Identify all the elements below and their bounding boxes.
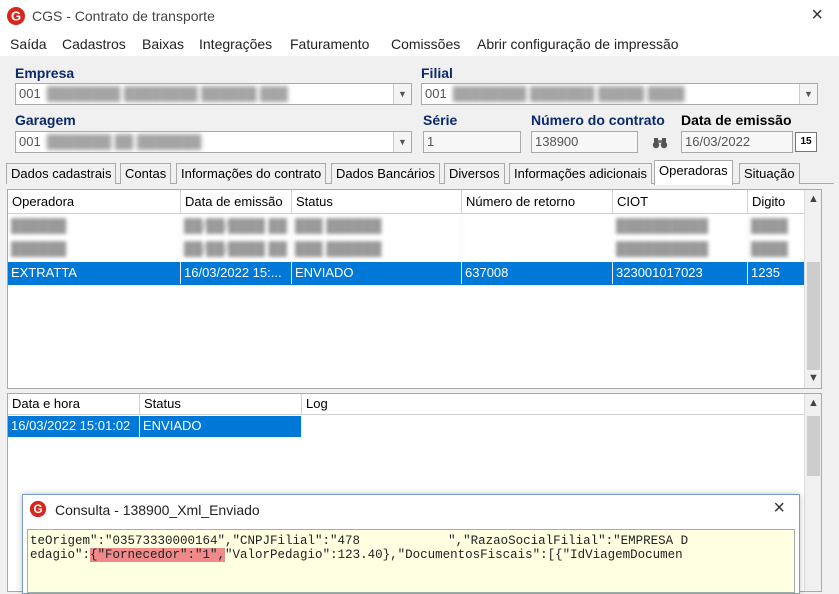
- log-row-selected[interactable]: 16/03/2022 15:01:02 ENVIADO: [8, 415, 805, 437]
- log-scrollbar[interactable]: ▲: [804, 394, 821, 591]
- tab-dados-cadastrais[interactable]: Dados cadastrais: [6, 163, 117, 184]
- calendar-icon[interactable]: 15: [795, 132, 817, 152]
- binoculars-icon[interactable]: [652, 137, 668, 149]
- close-icon[interactable]: ×: [773, 497, 785, 520]
- garagem-redacted: ███████ ██ ███████: [46, 134, 202, 149]
- tab-informacoes-adicionais[interactable]: Informações adicionais: [509, 163, 652, 184]
- menu-cadastros[interactable]: Cadastros: [62, 36, 126, 52]
- chevron-down-icon[interactable]: ▼: [393, 132, 411, 152]
- scroll-thumb[interactable]: [807, 416, 820, 476]
- cell-numero-retorno: 637008: [462, 262, 613, 284]
- scroll-up-icon[interactable]: ▲: [805, 397, 821, 409]
- empresa-code: 001: [19, 86, 41, 101]
- operadoras-table[interactable]: Operadora Data de emissão Status Número …: [7, 189, 822, 389]
- chevron-down-icon[interactable]: ▼: [799, 84, 817, 104]
- menu-saida[interactable]: Saída: [10, 36, 47, 52]
- tab-situacao[interactable]: Situação: [739, 163, 800, 184]
- garagem-select[interactable]: 001 ███████ ██ ███████ ▼: [15, 131, 412, 153]
- tab-informacoes-contrato[interactable]: Informações do contrato: [176, 163, 327, 184]
- tab-strip: Dados cadastrais Contas Informações do c…: [6, 160, 834, 185]
- numero-contrato-field[interactable]: 138900: [531, 131, 638, 153]
- empresa-label: Empresa: [15, 65, 75, 81]
- tab-diversos[interactable]: Diversos: [444, 163, 505, 184]
- xml-line1-a: teOrigem":"03573330000164","CNPJFilial":…: [30, 534, 361, 548]
- cell-log-status: ENVIADO: [140, 415, 302, 437]
- col-operadora[interactable]: Operadora: [8, 190, 181, 214]
- xml-line2-b: "ValorPedagio":123.40},"DocumentosFiscai…: [225, 548, 683, 562]
- cell-ciot: 323001017023: [613, 262, 748, 284]
- filial-label: Filial: [421, 65, 453, 81]
- title-bar: G CGS - Contrato de transporte ×: [0, 0, 839, 32]
- col-numero-retorno[interactable]: Número de retorno: [462, 190, 613, 214]
- xml-line2-a: edagio":: [30, 548, 91, 562]
- garagem-label: Garagem: [15, 112, 76, 128]
- data-emissao-label: Data de emissão: [681, 112, 792, 128]
- cell-data-emissao: 16/03/2022 15:...: [181, 262, 292, 284]
- window-title: CGS - Contrato de transporte: [32, 8, 215, 24]
- dialog-title: Consulta - 138900_Xml_Enviado: [55, 502, 260, 518]
- serie-field[interactable]: 1: [423, 131, 521, 153]
- tab-operadoras[interactable]: Operadoras: [654, 160, 733, 185]
- xml-consulta-dialog: G Consulta - 138900_Xml_Enviado × teOrig…: [22, 494, 800, 594]
- menu-bar: Saída Cadastros Baixas Integrações Fatur…: [0, 32, 839, 56]
- xml-highlight: {"Fornecedor":"1",: [90, 548, 226, 562]
- data-emissao-field[interactable]: 16/03/2022: [681, 131, 793, 153]
- xml-line1-b: ","RazaoSocialFilial":"EMPRESA D: [448, 534, 689, 548]
- col-log[interactable]: Log: [302, 394, 806, 415]
- filial-select[interactable]: 001 ████████ ███████ █████ ████ ▼: [421, 83, 818, 105]
- svg-text:G: G: [33, 503, 42, 516]
- col-log-status[interactable]: Status: [140, 394, 302, 415]
- scroll-up-icon[interactable]: ▲: [805, 193, 821, 205]
- cell-operadora: EXTRATTA: [8, 262, 181, 284]
- menu-integracoes[interactable]: Integrações: [199, 36, 272, 52]
- svg-text:G: G: [11, 9, 21, 24]
- xml-content[interactable]: teOrigem":"03573330000164","CNPJFilial":…: [27, 529, 795, 593]
- menu-baixas[interactable]: Baixas: [142, 36, 184, 52]
- cell-data-hora: 16/03/2022 15:01:02: [8, 415, 140, 437]
- app-logo-icon: G: [7, 7, 25, 25]
- col-ciot[interactable]: CIOT: [613, 190, 748, 214]
- scroll-thumb[interactable]: [807, 262, 820, 370]
- empresa-select[interactable]: 001 ████████ ████████ ██████ ███ ▼: [15, 83, 412, 105]
- close-icon[interactable]: ×: [811, 4, 823, 27]
- menu-faturamento[interactable]: Faturamento: [290, 36, 369, 52]
- filial-redacted: ████████ ███████ █████ ████: [452, 86, 685, 101]
- garagem-code: 001: [19, 134, 41, 149]
- menu-comissoes[interactable]: Comissões: [391, 36, 460, 52]
- chevron-down-icon[interactable]: ▼: [393, 84, 411, 104]
- cell-log: [302, 415, 805, 437]
- col-digito[interactable]: Digito: [748, 190, 806, 214]
- cell-status: ENVIADO: [292, 262, 462, 284]
- col-status[interactable]: Status: [292, 190, 462, 214]
- operadoras-scrollbar[interactable]: ▲ ▼: [804, 190, 821, 388]
- tab-contas[interactable]: Contas: [120, 163, 172, 184]
- empresa-redacted: ████████ ████████ ██████ ███: [46, 86, 288, 101]
- serie-label: Série: [423, 112, 458, 128]
- numero-contrato-label: Número do contrato: [531, 112, 665, 128]
- col-data-emissao[interactable]: Data de emissão: [181, 190, 292, 214]
- table-row-selected[interactable]: EXTRATTA 16/03/2022 15:... ENVIADO 63700…: [8, 262, 805, 285]
- scroll-down-icon[interactable]: ▼: [805, 372, 821, 384]
- col-data-hora[interactable]: Data e hora: [8, 394, 140, 415]
- menu-abrir-configuracao[interactable]: Abrir configuração de impressão: [477, 36, 679, 52]
- filial-code: 001: [425, 86, 447, 101]
- tab-dados-bancarios[interactable]: Dados Bancários: [331, 163, 440, 184]
- cell-digito: 1235: [748, 262, 805, 284]
- app-logo-icon: G: [29, 500, 47, 518]
